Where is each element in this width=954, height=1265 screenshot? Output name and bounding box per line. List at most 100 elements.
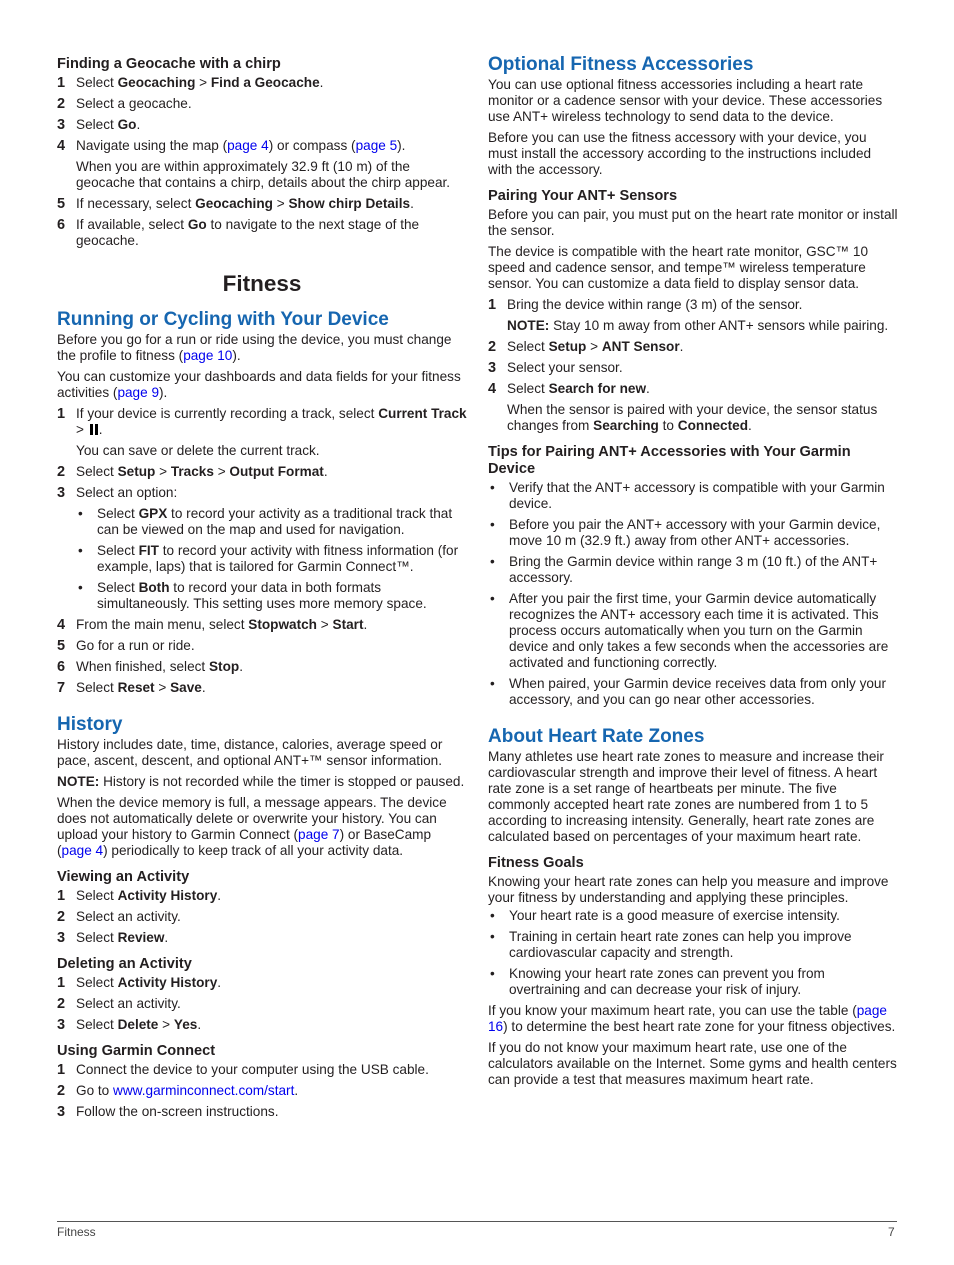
bullet-icon: •	[490, 929, 495, 944]
bullet-icon: •	[490, 908, 495, 923]
list-item: 2 Select an activity.	[57, 909, 181, 925]
heading-fitness-goals: Fitness Goals	[488, 855, 584, 871]
goal-item: • Knowing your heart rate zones can preve…	[490, 966, 825, 997]
list-item: 7 Select Reset > Save.	[57, 680, 206, 696]
garmin-connect-link[interactable]: www.garminconnect.com/start	[113, 1083, 294, 1098]
note: NOTE: History is not recorded while the …	[57, 774, 465, 789]
page-link[interactable]: page 7	[298, 827, 340, 842]
step-number: 6	[57, 217, 66, 233]
step-number: 4	[57, 617, 66, 633]
page-link[interactable]: page 4	[227, 138, 269, 153]
heading-about-heart-rate-zones: About Heart Rate Zones	[488, 726, 705, 747]
chapter-title: Fitness	[222, 271, 302, 296]
tip-item: • Bring the Garmin device within range 3 …	[490, 554, 878, 585]
step-number: 3	[57, 930, 66, 946]
step-note: When the sensor is paired with your devi…	[507, 402, 878, 433]
step-number: 2	[57, 1083, 66, 1099]
heading-finding-geocache-chirp: Finding a Geocache with a chirp	[57, 56, 281, 72]
step-number: 5	[57, 638, 66, 654]
step-number: 1	[57, 1062, 66, 1078]
list-item: 1 If your device is currently recording a…	[57, 406, 467, 437]
paragraph: If you know your maximum heart rate, you…	[488, 1003, 896, 1034]
paragraph: You can customize your dashboards and da…	[57, 369, 461, 400]
step-note: You can save or delete the current track…	[76, 443, 320, 458]
paragraph: Before you can pair, you must put on the…	[488, 207, 898, 238]
paragraph: Knowing your heart rate zones can help y…	[488, 874, 889, 905]
page-link[interactable]: page 5	[356, 138, 398, 153]
step-number: 3	[57, 485, 66, 501]
bullet-icon: •	[78, 506, 83, 521]
bullet-icon: •	[78, 543, 83, 558]
step-number: 1	[57, 75, 66, 91]
step-number: 4	[57, 138, 66, 154]
list-item: 3 Select Delete > Yes.	[57, 1017, 202, 1033]
list-item: 1 Select Geocaching > Find a Geocache.	[57, 75, 324, 91]
bullet-icon: •	[490, 966, 495, 981]
step-number: 5	[57, 196, 66, 212]
paragraph: If you do not know your maximum heart ra…	[488, 1040, 897, 1087]
paragraph: History includes date, time, distance, c…	[57, 737, 443, 768]
tip-item: • Verify that the ANT+ accessory is compa…	[490, 480, 885, 511]
heading-pairing-ant-sensors: Pairing Your ANT+ Sensors	[488, 188, 678, 204]
step-number: 6	[57, 659, 66, 675]
paragraph: When the device memory is full, a messag…	[57, 795, 447, 858]
step-number: 2	[488, 339, 497, 355]
bullet-icon: •	[490, 517, 495, 532]
paragraph: The device is compatible with the heart …	[488, 244, 869, 291]
page-link[interactable]: page 10	[183, 348, 232, 363]
step-number: 3	[57, 1017, 66, 1033]
step-number: 1	[488, 297, 497, 313]
heading-running-cycling: Running or Cycling with Your Device	[57, 309, 389, 330]
heading-viewing-activity: Viewing an Activity	[57, 869, 190, 885]
paragraph: Many athletes use heart rate zones to me…	[488, 749, 884, 844]
step-note: When you are within approximately 32.9 f…	[76, 159, 451, 190]
left-column: Finding a Geocache with a chirp 1 Select …	[57, 54, 467, 1125]
step-number: 2	[57, 909, 66, 925]
heading-tips-pairing: Tips for Pairing ANT+ Accessories with Y…	[488, 444, 851, 477]
list-item: 4 From the main menu, select Stopwatch > …	[57, 617, 368, 633]
bullet-icon: •	[490, 480, 495, 495]
list-item: 3 Select Review.	[57, 930, 169, 946]
list-item: 1 Connect the device to your computer usi…	[57, 1062, 429, 1078]
goal-item: • Your heart rate is a good measure of ex…	[490, 908, 840, 923]
list-item: 1 Select Activity History.	[57, 888, 222, 904]
list-item: 2 Select a geocache.	[57, 96, 192, 112]
heading-optional-fitness-accessories: Optional Fitness Accessories	[488, 54, 754, 75]
note: NOTE: Stay 10 m away from other ANT+ sen…	[507, 318, 889, 333]
step-number: 2	[57, 96, 66, 112]
step-number: 7	[57, 680, 66, 696]
list-item: 1 Select Activity History.	[57, 975, 222, 991]
list-item: 2 Select Setup > Tracks > Output Format.	[57, 464, 328, 480]
tip-item: • After you pair the first time, your Gar…	[490, 591, 889, 670]
list-item: 3 Select your sensor.	[488, 360, 623, 376]
list-item: 5 Go for a run or ride.	[57, 638, 195, 654]
step-number: 2	[57, 464, 66, 480]
step-number: 4	[488, 381, 497, 397]
heading-using-garmin-connect: Using Garmin Connect	[57, 1043, 216, 1059]
page-link[interactable]: page 4	[62, 843, 104, 858]
list-item: 6 When finished, select Stop.	[57, 659, 243, 675]
bullet-icon: •	[490, 676, 495, 691]
step-number: 1	[57, 888, 66, 904]
page-link[interactable]: page 9	[117, 385, 159, 400]
step-number: 2	[57, 996, 66, 1012]
bullet-icon: •	[490, 554, 495, 569]
list-item: 6 If available, select Go to navigate to …	[57, 217, 420, 248]
tip-item: • Before you pair the ANT+ accessory with…	[490, 517, 881, 548]
paragraph: Before you go for a run or ride using th…	[57, 332, 452, 363]
tip-item: • When paired, your Garmin device receive…	[490, 676, 887, 707]
step-number: 1	[57, 975, 66, 991]
paragraph: Before you can use the fitness accessory…	[488, 130, 872, 177]
list-item: 4 Select Search for new.	[488, 381, 650, 397]
goal-item: • Training in certain heart rate zones ca…	[490, 929, 852, 960]
heading-history: History	[57, 714, 123, 735]
option-item: • Select FIT to record your activity with…	[78, 543, 459, 574]
list-item: 2 Select Setup > ANT Sensor.	[488, 339, 684, 355]
step-number: 1	[57, 406, 66, 422]
list-item: 5 If necessary, select Geocaching > Show …	[57, 196, 414, 212]
option-item: • Select GPX to record your activity as a…	[78, 506, 453, 537]
page-number: 7	[888, 1225, 895, 1239]
list-item: 2 Go to www.garminconnect.com/start.	[57, 1083, 299, 1099]
step-number: 3	[488, 360, 497, 376]
list-item: 4 Navigate using the map (page 4) or comp…	[57, 138, 406, 154]
